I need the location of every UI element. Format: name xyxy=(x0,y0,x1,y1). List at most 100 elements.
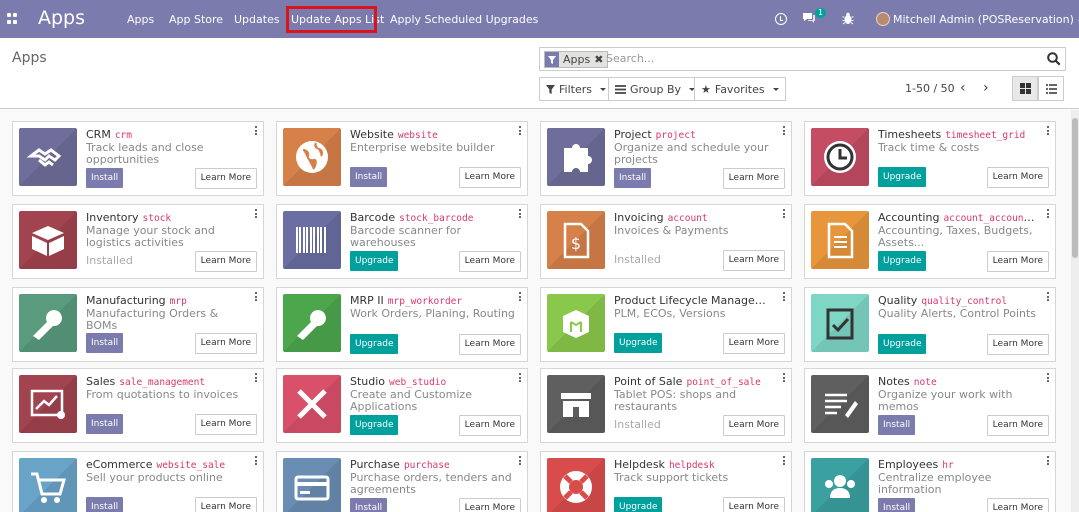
learn-more-button[interactable]: Learn More xyxy=(986,251,1049,272)
app-card-quality-control[interactable]: Quality quality_control Quality Alerts, C… xyxy=(804,287,1056,362)
search-icon[interactable] xyxy=(1047,52,1061,66)
learn-more-button[interactable]: Learn More xyxy=(722,168,785,189)
app-switcher-icon[interactable] xyxy=(7,13,18,24)
menu-apps[interactable]: Apps xyxy=(127,13,154,26)
learn-more-button[interactable]: Learn More xyxy=(194,251,257,272)
learn-more-button[interactable]: Learn More xyxy=(986,498,1049,512)
learn-more-button[interactable]: Learn More xyxy=(194,333,257,354)
learn-more-button[interactable]: Learn More xyxy=(458,334,521,355)
app-card-account[interactable]: $ Invoicing account Invoices & Payments I… xyxy=(540,204,792,279)
app-card-helpdesk[interactable]: Helpdesk helpdesk Track support tickets U… xyxy=(540,451,792,512)
card-dropdown-icon[interactable] xyxy=(519,126,522,136)
learn-more-button[interactable]: Learn More xyxy=(458,415,521,436)
card-dropdown-icon[interactable] xyxy=(519,209,522,219)
install-button[interactable]: Install xyxy=(614,168,652,188)
card-dropdown-icon[interactable] xyxy=(255,292,258,302)
learn-more-button[interactable]: Learn More xyxy=(722,250,785,271)
scrollbar[interactable] xyxy=(1071,110,1079,512)
card-dropdown-icon[interactable] xyxy=(519,456,522,466)
app-card-website-sale[interactable]: eCommerce website_sale Sell your products… xyxy=(12,451,264,512)
menu-app-store[interactable]: App Store xyxy=(169,13,223,26)
user-avatar[interactable] xyxy=(876,12,890,26)
search-input[interactable] xyxy=(606,52,1026,65)
install-button[interactable]: Install xyxy=(86,497,124,512)
learn-more-button[interactable]: Learn More xyxy=(194,414,257,435)
user-menu[interactable]: Mitchell Admin (POSReservation) xyxy=(893,13,1079,26)
app-card-mrp[interactable]: Manufacturing mrp Manufacturing Orders & … xyxy=(12,287,264,362)
card-dropdown-icon[interactable] xyxy=(1047,126,1050,136)
group-by-dropdown[interactable]: Group By xyxy=(608,77,703,101)
card-dropdown-icon[interactable] xyxy=(1047,292,1050,302)
install-button[interactable]: Install xyxy=(878,415,916,435)
app-card-stock[interactable]: Inventory stock Manage your stock and log… xyxy=(12,204,264,279)
pager-previous-icon[interactable]: ‹ xyxy=(960,80,966,96)
scrollbar-thumb[interactable] xyxy=(1072,118,1078,258)
app-card-timesheet-grid[interactable]: Timesheets timesheet_grid Track time & co… xyxy=(804,121,1056,196)
learn-more-button[interactable]: Learn More xyxy=(986,334,1049,355)
app-card-note[interactable]: Notes note Organize your work with memos … xyxy=(804,368,1056,443)
learn-more-button[interactable]: Learn More xyxy=(458,251,521,272)
card-dropdown-icon[interactable] xyxy=(783,373,786,383)
learn-more-button[interactable]: Learn More xyxy=(986,415,1049,436)
app-card-mrp-workorder[interactable]: MRP II mrp_workorder Work Orders, Planing… xyxy=(276,287,528,362)
card-dropdown-icon[interactable] xyxy=(255,209,258,219)
upgrade-button[interactable]: Upgrade xyxy=(350,251,399,271)
install-button[interactable]: Install xyxy=(350,498,388,512)
card-dropdown-icon[interactable] xyxy=(519,373,522,383)
card-dropdown-icon[interactable] xyxy=(783,209,786,219)
app-card-crm[interactable]: CRM crm Track leads and close opportuniti… xyxy=(12,121,264,196)
upgrade-button[interactable]: Upgrade xyxy=(878,334,927,354)
app-card-sale-management[interactable]: Sales sale_management From quotations to … xyxy=(12,368,264,443)
card-dropdown-icon[interactable] xyxy=(1047,209,1050,219)
learn-more-button[interactable]: Learn More xyxy=(194,168,257,189)
upgrade-button[interactable]: Upgrade xyxy=(350,334,399,354)
upgrade-button[interactable]: Upgrade xyxy=(878,251,927,271)
install-button[interactable]: Install xyxy=(350,167,388,187)
app-card-project[interactable]: Project project Organize and schedule you… xyxy=(540,121,792,196)
app-card-mrp-plm[interactable]: Product Lifecycle Management (PLM)mrp_pl… xyxy=(540,287,792,362)
chat-icon[interactable] xyxy=(802,12,816,23)
card-dropdown-icon[interactable] xyxy=(783,456,786,466)
learn-more-button[interactable]: Learn More xyxy=(458,167,521,188)
app-card-hr[interactable]: Employees hr Centralize employee informat… xyxy=(804,451,1056,512)
install-button[interactable]: Install xyxy=(86,414,124,434)
learn-more-button[interactable]: Learn More xyxy=(194,497,257,512)
install-button[interactable]: Install xyxy=(878,498,916,512)
favorites-dropdown[interactable]: ★ Favorites xyxy=(694,77,786,101)
learn-more-button[interactable]: Learn More xyxy=(722,415,785,436)
debug-bug-icon[interactable] xyxy=(842,12,854,28)
learn-more-button[interactable]: Learn More xyxy=(986,167,1049,188)
install-button[interactable]: Install xyxy=(86,168,124,188)
card-dropdown-icon[interactable] xyxy=(255,126,258,136)
pager-next-icon[interactable]: › xyxy=(983,80,989,96)
list-view-button[interactable] xyxy=(1038,76,1064,101)
card-dropdown-icon[interactable] xyxy=(255,373,258,383)
upgrade-button[interactable]: Upgrade xyxy=(614,333,663,353)
card-dropdown-icon[interactable] xyxy=(519,292,522,302)
card-dropdown-icon[interactable] xyxy=(783,292,786,302)
app-card-stock-barcode[interactable]: Barcode stock_barcode Barcode scanner for… xyxy=(276,204,528,279)
card-dropdown-icon[interactable] xyxy=(1047,456,1050,466)
filters-dropdown[interactable]: Filters xyxy=(539,77,613,101)
install-button[interactable]: Install xyxy=(86,333,124,353)
upgrade-button[interactable]: Upgrade xyxy=(614,497,663,512)
learn-more-button[interactable]: Learn More xyxy=(458,498,521,512)
learn-more-button[interactable]: Learn More xyxy=(722,497,785,512)
app-card-purchase[interactable]: Purchase purchase Purchase orders, tender… xyxy=(276,451,528,512)
menu-apply-scheduled-upgrades[interactable]: Apply Scheduled Upgrades xyxy=(390,13,538,26)
learn-more-button[interactable]: Learn More xyxy=(722,333,785,354)
search-box[interactable]: Apps ✖ xyxy=(539,47,1066,71)
upgrade-button[interactable]: Upgrade xyxy=(878,167,927,187)
menu-updates[interactable]: Updates xyxy=(234,13,280,26)
app-card-web-studio[interactable]: Studio web_studio Create and Customize Ap… xyxy=(276,368,528,443)
kanban-view-button[interactable] xyxy=(1012,76,1038,101)
pager-value[interactable]: 1-50 / 50 xyxy=(905,82,955,95)
card-dropdown-icon[interactable] xyxy=(1047,373,1050,383)
activity-clock-icon[interactable] xyxy=(775,13,787,25)
app-card-website[interactable]: Website website Enterprise website builde… xyxy=(276,121,528,196)
card-dropdown-icon[interactable] xyxy=(783,126,786,136)
app-card-point-of-sale[interactable]: Point of Sale point_of_sale Tablet POS: s… xyxy=(540,368,792,443)
card-dropdown-icon[interactable] xyxy=(255,456,258,466)
upgrade-button[interactable]: Upgrade xyxy=(350,415,399,435)
app-card-account-accountant[interactable]: Accounting account_accountant Accounting,… xyxy=(804,204,1056,279)
